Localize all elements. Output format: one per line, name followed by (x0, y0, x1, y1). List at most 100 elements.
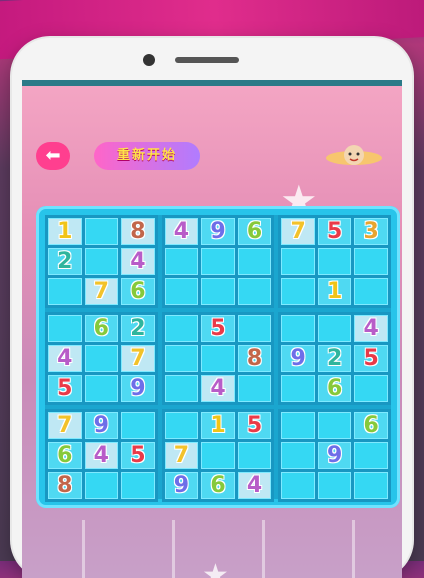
sudoku-box: 15 7 964 (161, 409, 275, 502)
sudoku-cell[interactable]: 8 (48, 472, 82, 499)
sudoku-cell[interactable] (354, 442, 388, 469)
sudoku-cell[interactable] (84, 375, 119, 402)
light-beam (352, 520, 355, 578)
sudoku-cell[interactable] (237, 248, 272, 275)
monkey-king-logo (326, 145, 382, 165)
sudoku-cell[interactable]: 4 (84, 442, 119, 469)
sudoku-cell[interactable] (317, 472, 352, 499)
sudoku-cell[interactable] (84, 345, 119, 372)
light-beams (22, 520, 402, 578)
sudoku-board: 1824764967531624759584492567964581579646… (45, 215, 391, 502)
sudoku-cell[interactable]: 9 (281, 345, 315, 372)
sudoku-cell[interactable]: 5 (48, 375, 82, 402)
sudoku-cell[interactable] (354, 375, 388, 402)
sudoku-cell[interactable]: 7 (164, 442, 199, 469)
sudoku-cell[interactable] (121, 472, 155, 499)
sudoku-cell[interactable]: 4 (201, 375, 235, 402)
sudoku-cell[interactable]: 4 (237, 472, 272, 499)
sudoku-box: 4 9256 (278, 312, 391, 405)
sudoku-cell[interactable] (164, 412, 199, 439)
sudoku-cell[interactable]: 1 (317, 278, 352, 305)
sudoku-cell[interactable] (281, 315, 315, 342)
restart-label: 重新开始 (116, 148, 177, 163)
sudoku-cell[interactable] (84, 218, 119, 245)
sudoku-cell[interactable] (237, 442, 272, 469)
sudoku-cell[interactable]: 9 (317, 442, 352, 469)
sudoku-cell[interactable]: 1 (48, 218, 82, 245)
sudoku-cell[interactable]: 6 (317, 375, 352, 402)
sudoku-cell[interactable]: 4 (354, 315, 388, 342)
game-screen: ★ ★ ⬅ 重新开始 18247649675316247595844925679… (22, 80, 402, 578)
sudoku-cell[interactable]: 7 (281, 218, 315, 245)
sudoku-cell[interactable] (201, 278, 235, 305)
sudoku-cell[interactable] (354, 278, 388, 305)
sudoku-cell[interactable] (281, 442, 315, 469)
sudoku-cell[interactable] (164, 345, 199, 372)
sudoku-cell[interactable]: 4 (48, 345, 82, 372)
sudoku-cell[interactable]: 9 (84, 412, 119, 439)
sudoku-box: 79645 8 (45, 409, 158, 502)
sudoku-cell[interactable] (317, 412, 352, 439)
sudoku-cell[interactable] (237, 375, 272, 402)
sudoku-cell[interactable]: 8 (237, 345, 272, 372)
sudoku-cell[interactable]: 3 (354, 218, 388, 245)
sudoku-box: 1 8 2 476 (45, 215, 158, 308)
sudoku-cell[interactable]: 7 (121, 345, 155, 372)
phone-frame: ★ ★ ⬅ 重新开始 18247649675316247595844925679… (12, 38, 412, 578)
sudoku-cell[interactable] (84, 472, 119, 499)
sudoku-cell[interactable]: 4 (164, 218, 199, 245)
sudoku-cell[interactable]: 7 (48, 412, 82, 439)
sudoku-cell[interactable]: 9 (164, 472, 199, 499)
sudoku-cell[interactable] (281, 278, 315, 305)
sudoku-cell[interactable] (317, 248, 352, 275)
sudoku-cell[interactable] (164, 315, 199, 342)
sudoku-cell[interactable] (201, 442, 235, 469)
sudoku-cell[interactable]: 2 (48, 248, 82, 275)
sudoku-cell[interactable]: 4 (121, 248, 155, 275)
sudoku-cell[interactable]: 6 (354, 412, 388, 439)
sudoku-cell[interactable]: 1 (201, 412, 235, 439)
sudoku-cell[interactable]: 7 (84, 278, 119, 305)
sudoku-cell[interactable]: 5 (317, 218, 352, 245)
sudoku-box: 69 (278, 409, 391, 502)
sudoku-cell[interactable] (201, 248, 235, 275)
sudoku-cell[interactable] (164, 248, 199, 275)
sudoku-cell[interactable] (48, 278, 82, 305)
sudoku-cell[interactable]: 2 (317, 345, 352, 372)
sudoku-cell[interactable]: 9 (121, 375, 155, 402)
sudoku-cell[interactable] (317, 315, 352, 342)
sudoku-cell[interactable] (84, 248, 119, 275)
sudoku-cell[interactable]: 6 (201, 472, 235, 499)
sudoku-cell[interactable] (237, 315, 272, 342)
sudoku-cell[interactable]: 5 (121, 442, 155, 469)
phone-camera (143, 54, 155, 66)
sudoku-cell[interactable]: 5 (237, 412, 272, 439)
back-button[interactable]: ⬅ (36, 142, 70, 170)
sudoku-cell[interactable] (281, 472, 315, 499)
sudoku-cell[interactable]: 6 (84, 315, 119, 342)
sudoku-cell[interactable] (164, 375, 199, 402)
sudoku-cell[interactable] (164, 278, 199, 305)
sudoku-cell[interactable]: 5 (201, 315, 235, 342)
sudoku-cell[interactable] (237, 278, 272, 305)
sudoku-cell[interactable] (281, 412, 315, 439)
sudoku-box: 496 (161, 215, 275, 308)
sudoku-cell[interactable]: 6 (48, 442, 82, 469)
phone-speaker (175, 57, 239, 63)
sudoku-cell[interactable]: 5 (354, 345, 388, 372)
sudoku-cell[interactable] (281, 375, 315, 402)
sudoku-cell[interactable] (48, 315, 82, 342)
sudoku-cell[interactable] (354, 248, 388, 275)
sudoku-cell[interactable]: 9 (201, 218, 235, 245)
sudoku-cell[interactable] (281, 248, 315, 275)
back-arrow-icon: ⬅ (45, 145, 61, 166)
sudoku-cell[interactable]: 6 (121, 278, 155, 305)
sudoku-cell[interactable] (354, 472, 388, 499)
sudoku-cell[interactable] (201, 345, 235, 372)
sudoku-cell[interactable]: 6 (237, 218, 272, 245)
sudoku-cell[interactable]: 8 (121, 218, 155, 245)
restart-button[interactable]: 重新开始 (94, 142, 200, 170)
sudoku-cell[interactable]: 2 (121, 315, 155, 342)
light-beam (172, 520, 175, 578)
sudoku-cell[interactable] (121, 412, 155, 439)
